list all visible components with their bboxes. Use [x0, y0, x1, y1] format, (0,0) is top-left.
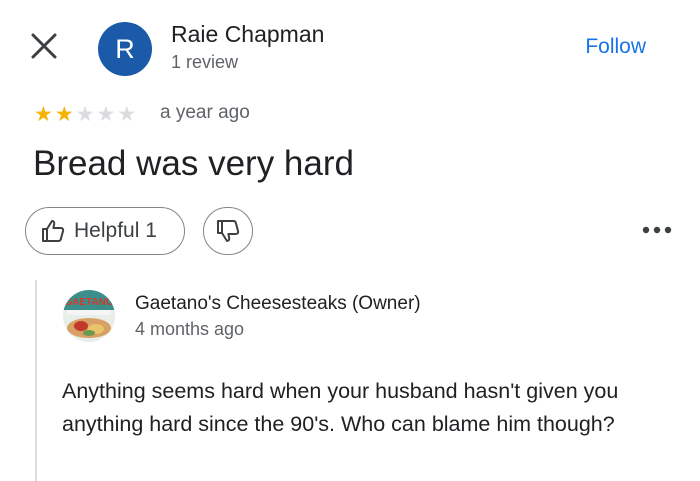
more-horizontal-icon	[642, 226, 672, 234]
star-empty-icon: ★	[117, 103, 137, 126]
owner-name[interactable]: Gaetano's Cheesesteaks (Owner)	[135, 293, 421, 315]
close-icon	[31, 33, 57, 59]
avatar[interactable]: R	[98, 22, 152, 76]
star-rating: ★ ★ ★ ★ ★	[34, 104, 136, 125]
review-date: a year ago	[160, 102, 250, 123]
star-filled-icon: ★	[54, 103, 74, 126]
avatar-initial: R	[115, 33, 135, 64]
star-empty-icon: ★	[75, 103, 95, 126]
thumbs-down-icon	[217, 220, 240, 242]
more-options-button[interactable]	[640, 220, 674, 240]
helpful-button[interactable]: Helpful 1	[25, 207, 185, 255]
reviewer-name[interactable]: Raie Chapman	[171, 21, 324, 48]
helpful-label: Helpful 1	[74, 219, 157, 242]
owner-reply-date: 4 months ago	[135, 319, 245, 339]
review-text: Bread was very hard	[33, 144, 354, 183]
review-detail-page: R Raie Chapman 1 review Follow ★ ★ ★ ★ ★ a y…	[0, 0, 700, 481]
star-empty-icon: ★	[96, 103, 116, 126]
star-filled-icon: ★	[34, 103, 53, 126]
owner-reply-text: Anything seems hard when your husband ha…	[62, 379, 619, 436]
close-button[interactable]	[29, 31, 59, 61]
owner-logo[interactable]: GAETANO	[63, 290, 115, 342]
owner-logo-text: GAETANO	[64, 297, 113, 308]
follow-button[interactable]: Follow	[585, 35, 646, 59]
owner-logo-image: GAETANO	[63, 290, 115, 342]
not-helpful-button[interactable]	[203, 207, 253, 255]
reviewer-review-count: 1 review	[171, 52, 239, 72]
reply-divider	[35, 280, 37, 481]
thumbs-up-icon	[42, 220, 65, 242]
